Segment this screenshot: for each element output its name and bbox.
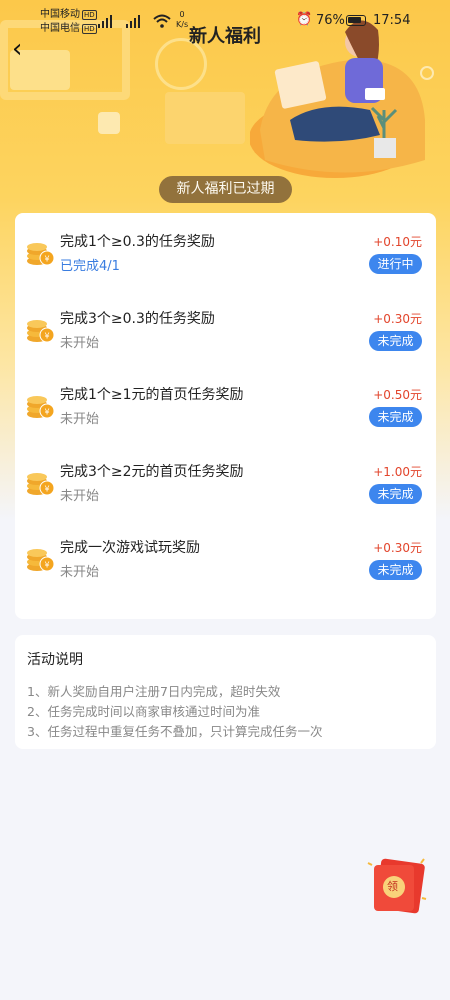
page-title: 新人福利 bbox=[189, 26, 261, 47]
task-status: 已完成4/1 bbox=[60, 259, 120, 274]
red-packet-icon bbox=[367, 858, 427, 914]
task-name: 完成1个≥1元的首页任务奖励 bbox=[60, 387, 244, 403]
task-amount: +0.30元 bbox=[373, 312, 422, 326]
svg-text:¥: ¥ bbox=[44, 561, 49, 570]
task-row[interactable]: ¥ 完成3个≥2元的首页任务奖励 未开始 +1.00元 未完成 bbox=[15, 447, 436, 523]
task-amount: +0.30元 bbox=[373, 541, 422, 555]
rule-line: 3、任务过程中重复任务不叠加，只计算完成任务一次 bbox=[27, 724, 323, 739]
task-name: 完成3个≥2元的首页任务奖励 bbox=[60, 464, 244, 480]
task-name: 完成一次游戏试玩奖励 bbox=[60, 540, 200, 556]
hd-badge: HD bbox=[82, 10, 97, 20]
rule-line: 2、任务完成时间以商家审核通过时间为准 bbox=[27, 704, 260, 719]
task-badge-button[interactable]: 未完成 bbox=[369, 331, 422, 351]
carrier-1: 中国移动 bbox=[40, 9, 80, 20]
red-packet-label: 领 bbox=[387, 880, 398, 893]
svg-text:¥: ¥ bbox=[44, 332, 49, 341]
rule-line: 1、新人奖励自用户注册7日内完成，超时失效 bbox=[27, 684, 281, 699]
svg-text:¥: ¥ bbox=[44, 255, 49, 264]
expired-banner: 新人福利已过期 bbox=[159, 176, 292, 203]
svg-text:¥: ¥ bbox=[44, 485, 49, 494]
task-badge-button[interactable]: 进行中 bbox=[369, 254, 422, 274]
task-list-card: ¥ 完成1个≥0.3的任务奖励 已完成4/1 +0.10元 进行中 ¥ 完成3个… bbox=[15, 213, 436, 619]
deco-card bbox=[165, 92, 245, 144]
deco-heart-box bbox=[98, 112, 120, 134]
coin-stack-icon: ¥ bbox=[27, 243, 55, 266]
svg-text:¥: ¥ bbox=[44, 408, 49, 417]
task-amount: +0.50元 bbox=[373, 388, 422, 402]
task-amount: +0.10元 bbox=[373, 235, 422, 249]
task-badge-button[interactable]: 未完成 bbox=[369, 407, 422, 427]
coin-stack-icon: ¥ bbox=[27, 320, 55, 343]
task-row[interactable]: ¥ 完成3个≥0.3的任务奖励 未开始 +0.30元 未完成 bbox=[15, 294, 436, 370]
coin-stack-icon: ¥ bbox=[27, 473, 55, 496]
task-status: 未开始 bbox=[60, 412, 100, 427]
task-status: 未开始 bbox=[60, 489, 100, 504]
task-name: 完成1个≥0.3的任务奖励 bbox=[60, 234, 215, 250]
coin-stack-icon: ¥ bbox=[27, 396, 55, 419]
task-badge-button[interactable]: 未完成 bbox=[369, 560, 422, 580]
task-status: 未开始 bbox=[60, 336, 100, 351]
net-speed-value: 0 bbox=[179, 10, 185, 19]
task-badge-button[interactable]: 未完成 bbox=[369, 484, 422, 504]
red-packet-float-button[interactable]: 领 bbox=[366, 855, 430, 915]
coin-stack-icon: ¥ bbox=[27, 549, 55, 572]
task-amount: +1.00元 bbox=[373, 465, 422, 479]
task-row[interactable]: ¥ 完成一次游戏试玩奖励 未开始 +0.30元 未完成 bbox=[15, 523, 436, 599]
task-row[interactable]: ¥ 完成1个≥1元的首页任务奖励 未开始 +0.50元 未完成 bbox=[15, 370, 436, 446]
activity-rules-card: 活动说明 1、新人奖励自用户注册7日内完成，超时失效 2、任务完成时间以商家审核… bbox=[15, 635, 436, 749]
task-status: 未开始 bbox=[60, 565, 100, 580]
activity-rules-title: 活动说明 bbox=[27, 652, 83, 668]
task-name: 完成3个≥0.3的任务奖励 bbox=[60, 311, 215, 327]
task-row[interactable]: ¥ 完成1个≥0.3的任务奖励 已完成4/1 +0.10元 进行中 bbox=[15, 217, 436, 293]
